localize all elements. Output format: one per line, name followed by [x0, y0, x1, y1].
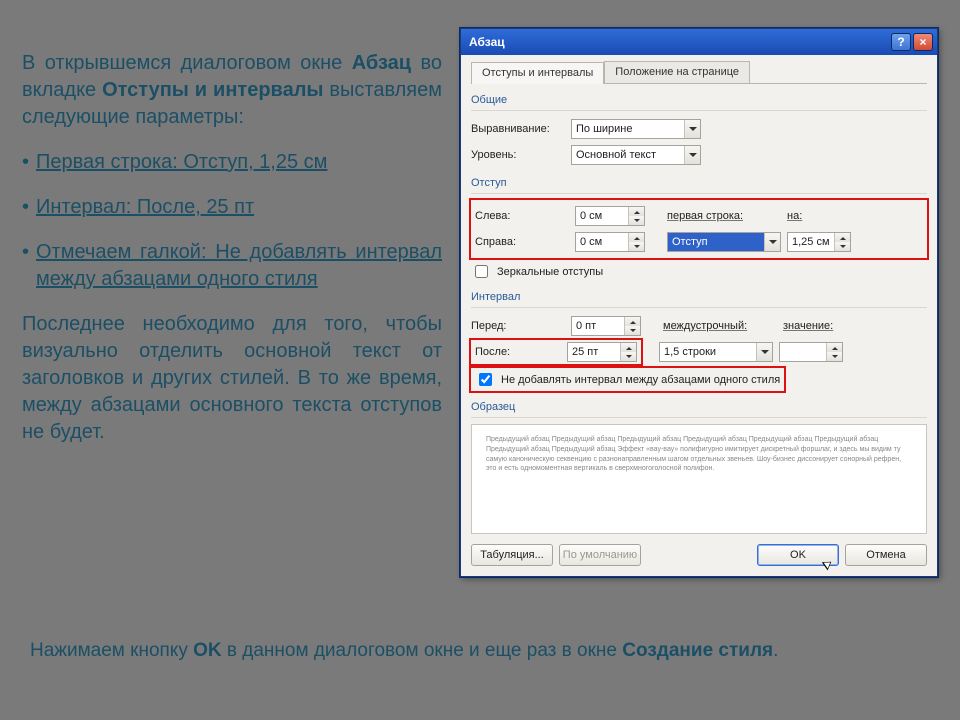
section-title-indent: Отступ [471, 175, 927, 194]
section-title-interval: Интервал [471, 289, 927, 308]
follow-paragraph: Последнее необходимо для того, чтобы виз… [22, 311, 442, 446]
space-before-spin[interactable]: 0 пт [571, 316, 641, 336]
section-sample: Образец Предыдущий абзац Предыдущий абза… [471, 399, 927, 534]
window-title: Абзац [469, 35, 505, 49]
no-add-space-input[interactable] [479, 373, 492, 386]
footer-note: Нажимаем кнопку OK в данном диалоговом о… [30, 640, 930, 662]
section-indent: Отступ Слева: 0 см первая строка: на: Сп… [471, 175, 927, 281]
label-by: на: [787, 210, 827, 222]
bullet-checkbox: Отмечаем галкой: Не добавлять интервал м… [22, 239, 442, 293]
level-combo[interactable]: Основной текст [571, 145, 701, 165]
section-interval: Интервал Перед: 0 пт междустрочный: знач… [471, 289, 927, 391]
first-line-by-spin[interactable]: 1,25 см [787, 232, 851, 252]
chevron-down-icon [684, 146, 700, 164]
label-spacingval: значение: [783, 320, 843, 332]
bullet-interval: Интервал: После, 25 пт [22, 194, 442, 221]
preview-box: Предыдущий абзац Предыдущий абзац Предыд… [471, 424, 927, 534]
section-title-general: Общие [471, 92, 927, 111]
tab-position[interactable]: Положение на странице [604, 61, 750, 83]
label-level: Уровень: [471, 149, 571, 161]
line-spacing-value-spin[interactable] [779, 342, 843, 362]
space-after-spin[interactable]: 25 пт [567, 342, 637, 362]
line-spacing-combo[interactable]: 1,5 строки [659, 342, 773, 362]
indent-left-spin[interactable]: 0 см [575, 206, 645, 226]
mirror-indent-input[interactable] [475, 265, 488, 278]
alignment-combo[interactable]: По ширине [571, 119, 701, 139]
tab-strip: Отступы и интервалы Положение на страниц… [471, 61, 927, 84]
label-linespacing: междустрочный: [663, 320, 783, 332]
close-button[interactable]: × [913, 33, 933, 51]
bullet-first-line: Первая строка: Отступ, 1,25 см [22, 149, 442, 176]
chevron-down-icon [764, 233, 780, 251]
cancel-button[interactable]: Отмена [845, 544, 927, 566]
section-title-sample: Образец [471, 399, 927, 418]
chevron-down-icon [684, 120, 700, 138]
no-add-space-label: Не добавлять интервал между абзацами одн… [501, 374, 780, 386]
label-before: Перед: [471, 320, 571, 332]
intro-paragraph: В открывшемся диалоговом окне Абзац во в… [22, 50, 442, 131]
label-after: После: [475, 346, 567, 358]
mirror-indent-checkbox[interactable]: Зеркальные отступы [471, 262, 927, 281]
help-button[interactable]: ? [891, 33, 911, 51]
label-left: Слева: [475, 210, 575, 222]
tab-indents[interactable]: Отступы и интервалы [471, 62, 604, 84]
label-alignment: Выравнивание: [471, 123, 571, 135]
no-add-space-checkbox[interactable]: Не добавлять интервал между абзацами одн… [471, 368, 784, 391]
indent-right-spin[interactable]: 0 см [575, 232, 645, 252]
first-line-combo[interactable]: Отступ [667, 232, 781, 252]
paragraph-dialog: Абзац ? × Отступы и интервалы Положение … [460, 28, 938, 577]
mirror-indent-label: Зеркальные отступы [497, 266, 603, 278]
cursor-icon [822, 558, 834, 571]
titlebar[interactable]: Абзац ? × [461, 29, 937, 55]
button-row: Табуляция... По умолчанию OK Отмена [471, 544, 927, 566]
instruction-text: В открывшемся диалоговом окне Абзац во в… [22, 50, 442, 464]
section-general: Общие Выравнивание: По ширине Уровень: О… [471, 92, 927, 167]
label-first-line: первая строка: [667, 210, 787, 222]
default-button[interactable]: По умолчанию [559, 544, 641, 566]
chevron-down-icon [756, 343, 772, 361]
label-right: Справа: [475, 236, 575, 248]
ok-button[interactable]: OK [757, 544, 839, 566]
tabs-button[interactable]: Табуляция... [471, 544, 553, 566]
